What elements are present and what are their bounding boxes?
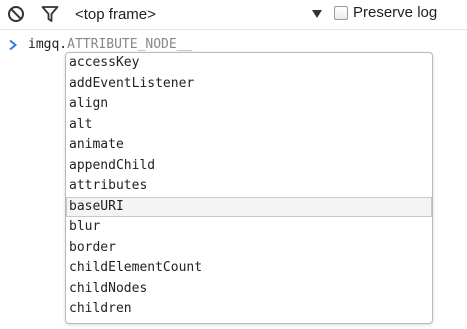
frame-select-value: <top frame> — [75, 6, 156, 23]
dropdown-arrow-icon — [312, 10, 322, 18]
filter-icon[interactable] — [41, 5, 59, 23]
toolbar-divider — [0, 29, 467, 30]
autocomplete-item[interactable]: addEventListener — [66, 74, 432, 95]
autocomplete-item[interactable]: blur — [66, 217, 432, 238]
console-autocomplete-hint: ATTRIBUTE_NODE__ — [67, 37, 193, 52]
autocomplete-item[interactable]: children — [66, 299, 432, 320]
autocomplete-item[interactable]: align — [66, 94, 432, 115]
autocomplete-item[interactable]: childElementCount — [66, 258, 432, 279]
clear-console-icon[interactable] — [7, 5, 25, 23]
autocomplete-item[interactable]: appendChild — [66, 156, 432, 177]
autocomplete-dropdown: accessKey addEventListener align alt animate… — [65, 52, 433, 324]
autocomplete-item[interactable]: accessKey — [66, 53, 432, 74]
autocomplete-item[interactable]: border — [66, 238, 432, 259]
autocomplete-item[interactable]: attributes — [66, 176, 432, 197]
console-typed-text: imgq. — [28, 37, 68, 52]
autocomplete-item[interactable]: baseURI — [66, 196, 432, 217]
preserve-log-label: Preserve log — [353, 4, 438, 21]
autocomplete-item[interactable]: childNodes — [66, 279, 432, 300]
preserve-log-checkbox[interactable] — [334, 6, 348, 20]
console-toolbar: <top frame> Preserve log — [0, 0, 467, 28]
autocomplete-item[interactable]: alt — [66, 115, 432, 136]
frame-select[interactable]: <top frame> — [70, 2, 328, 26]
prompt-chevron-icon — [8, 38, 18, 51]
autocomplete-item[interactable]: animate — [66, 135, 432, 156]
